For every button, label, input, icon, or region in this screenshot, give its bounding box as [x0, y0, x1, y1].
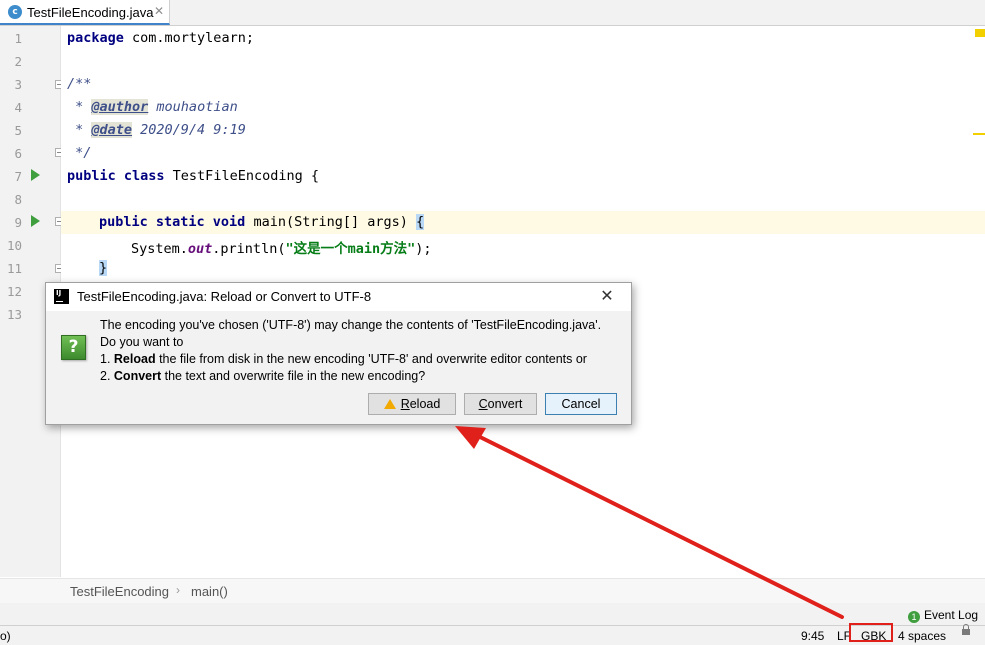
inspection-marker[interactable]	[973, 133, 985, 135]
line-number: 2	[14, 54, 22, 69]
editor-tab-bar: c TestFileEncoding.java ✕	[0, 0, 985, 26]
reload-label: eload	[409, 397, 441, 411]
keyword: public static void	[99, 214, 246, 230]
dialog-message-line: Do you want to	[100, 335, 184, 349]
line-number: 7	[14, 169, 22, 184]
event-log-label: Event Log	[924, 608, 979, 622]
code-line-7: public class TestFileEncoding {	[67, 168, 319, 184]
tool-window-bar	[0, 603, 985, 625]
line-number: 1	[14, 31, 22, 46]
line-number: 3	[14, 77, 22, 92]
doc-comment: 2020/9/4 9:19	[132, 122, 246, 138]
status-bar: o) 9:45 LF GBK 4 spaces	[0, 625, 985, 645]
intellij-logo-icon: IJ	[54, 289, 69, 304]
lock-icon[interactable]	[962, 624, 970, 635]
line-number: 6	[14, 146, 22, 161]
mnemonic: R	[400, 397, 410, 411]
code-text: );	[415, 241, 432, 257]
option-number: 2.	[100, 369, 114, 383]
close-icon[interactable]: ✕	[154, 4, 164, 18]
keyword: public class	[67, 168, 165, 184]
code-text: .println(	[212, 241, 286, 257]
option-keyword: Reload	[113, 352, 156, 366]
line-number: 9	[14, 215, 22, 230]
code-line-5: * @date 2020/9/4 9:19	[67, 122, 246, 138]
code-text: com.mortylearn;	[123, 30, 254, 46]
doc-comment: /**	[67, 76, 92, 92]
cancel-button[interactable]: Cancel	[545, 393, 617, 415]
breadcrumb-class[interactable]: TestFileEncoding	[70, 584, 169, 599]
line-number: 12	[6, 284, 22, 299]
doc-comment: *	[67, 122, 92, 138]
line-number: 5	[14, 123, 22, 138]
question-icon: ?	[61, 335, 86, 360]
code-line-10: System.out.println("这是一个main方法");	[131, 237, 432, 257]
doc-comment: mouhaotian	[148, 99, 238, 115]
breadcrumb-separator: ›	[176, 583, 180, 597]
matched-brace: {	[416, 214, 425, 230]
doc-tag: @date	[91, 122, 133, 138]
static-field: out	[187, 241, 213, 257]
run-main-icon[interactable]	[31, 215, 40, 227]
reload-convert-dialog: IJ TestFileEncoding.java: Reload or Conv…	[45, 282, 632, 425]
warning-icon	[383, 399, 396, 409]
caret-position[interactable]: 9:45	[801, 629, 824, 643]
code-line-1: package com.mortylearn;	[67, 30, 254, 46]
dialog-title: TestFileEncoding.java: Reload or Convert…	[77, 289, 372, 304]
line-number: 11	[6, 261, 22, 276]
doc-tag: @author	[91, 99, 149, 115]
encoding-highlight-box	[849, 623, 893, 642]
option-text: the text and overwrite file in the new e…	[161, 369, 426, 383]
code-line-3: /**	[67, 76, 91, 92]
doc-comment: */	[67, 145, 92, 161]
close-icon[interactable]: ✕	[597, 286, 617, 306]
event-log-button[interactable]: 1 Event Log	[908, 608, 978, 623]
code-text: main(String[] args)	[245, 214, 416, 230]
tab-label: TestFileEncoding.java	[27, 5, 154, 20]
reload-button[interactable]: Reload	[368, 393, 456, 415]
run-class-icon[interactable]	[31, 169, 40, 181]
status-message: o)	[0, 629, 11, 643]
line-number: 4	[14, 100, 22, 115]
code-text: System.	[131, 241, 188, 257]
line-number: 13	[6, 307, 22, 322]
line-number: 10	[6, 238, 22, 253]
option-text: the file from disk in the new encoding '…	[155, 352, 587, 366]
indent-setting[interactable]: 4 spaces	[898, 629, 946, 643]
convert-button[interactable]: Convert	[464, 393, 537, 415]
code-line-11: }	[99, 260, 108, 276]
matched-brace: }	[99, 260, 108, 276]
class-c-icon: c	[8, 5, 22, 19]
code-text: TestFileEncoding {	[164, 168, 319, 184]
code-line-4: * @author mouhaotian	[67, 99, 238, 115]
convert-label: onvert	[487, 397, 523, 411]
breadcrumb: TestFileEncoding › main()	[0, 578, 985, 604]
dialog-message-line: 1. Reload the file from disk in the new …	[100, 352, 587, 366]
breadcrumb-method[interactable]: main()	[191, 584, 228, 599]
doc-comment: *	[67, 99, 92, 115]
option-keyword: Convert	[113, 369, 162, 383]
event-count-badge: 1	[908, 611, 920, 623]
option-number: 1.	[100, 352, 114, 366]
string-literal: "这是一个main方法"	[285, 241, 416, 257]
inspection-marker[interactable]	[975, 29, 985, 37]
code-line-9: public static void main(String[] args) {	[99, 214, 425, 230]
tab-testfileencoding[interactable]: c TestFileEncoding.java ✕	[0, 0, 170, 25]
dialog-message-line: 2. Convert the text and overwrite file i…	[100, 369, 425, 383]
dialog-message-line: The encoding you've chosen ('UTF-8') may…	[100, 318, 602, 332]
code-line-6: */	[67, 145, 91, 161]
line-number: 8	[14, 192, 22, 207]
keyword: package	[67, 30, 124, 46]
mnemonic: C	[478, 397, 488, 411]
dialog-title-bar[interactable]: IJ TestFileEncoding.java: Reload or Conv…	[46, 283, 631, 311]
